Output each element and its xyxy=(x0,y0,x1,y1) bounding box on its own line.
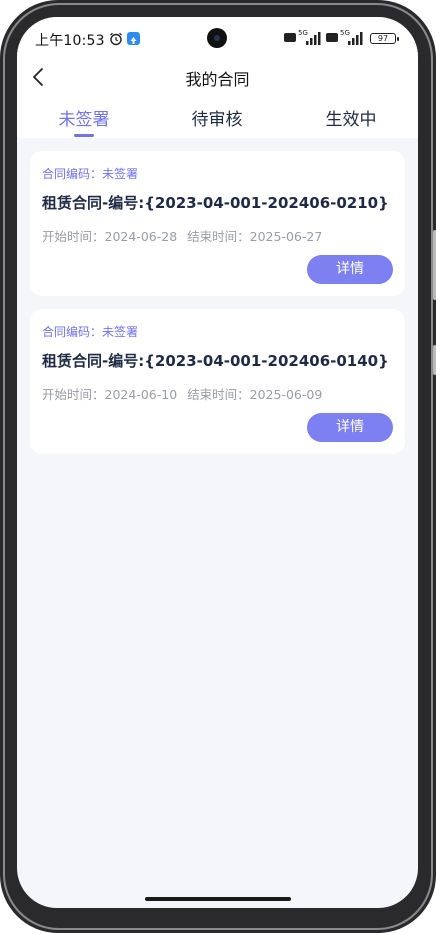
network-type-2: 5G xyxy=(340,29,350,37)
contract-code: 合同编码：未签署 xyxy=(42,325,139,339)
start-date: 开始时间：2024-06-28 xyxy=(42,229,178,244)
detail-button[interactable]: 详情 xyxy=(307,255,393,284)
contract-card[interactable]: 合同编码：未签署 租赁合同-编号:{2023-04-001-202406-021… xyxy=(30,151,405,296)
tab-unsigned[interactable]: 未签署 xyxy=(54,105,114,130)
contract-card[interactable]: 合同编码：未签署 租赁合同-编号:{2023-04-001-202406-014… xyxy=(30,309,405,454)
hd-icon-2 xyxy=(326,33,338,42)
end-date: 结束时间：2025-06-27 xyxy=(187,229,323,244)
page-title: 我的合同 xyxy=(185,70,250,89)
top-area: 上午10:53 5G 5G 97 我的合同 未签署 待审核 生效中 xyxy=(17,17,418,138)
end-date: 结束时间：2025-06-09 xyxy=(187,387,323,402)
active-tab-indicator xyxy=(74,134,94,137)
tab-bar: 未签署 待审核 生效中 xyxy=(17,101,418,138)
tab-pending-review[interactable]: 待审核 xyxy=(187,105,247,130)
status-right: 5G 5G 97 xyxy=(284,29,399,45)
status-time: 上午10:53 xyxy=(35,33,105,49)
phone-frame: 上午10:53 5G 5G 97 我的合同 未签署 待审核 生效中 合同编码：未… xyxy=(0,0,436,933)
network-type-1: 5G xyxy=(298,29,308,37)
start-date: 开始时间：2024-06-10 xyxy=(42,387,178,402)
battery-level: 97 xyxy=(377,34,389,43)
app-notification-icon xyxy=(127,32,140,45)
tab-in-effect[interactable]: 生效中 xyxy=(321,105,381,130)
alarm-icon xyxy=(110,32,122,46)
contract-title: 租赁合同-编号:{2023-04-001-202406-0140} xyxy=(42,352,389,370)
contract-title: 租赁合同-编号:{2023-04-001-202406-0210} xyxy=(42,194,389,212)
detail-button[interactable]: 详情 xyxy=(307,413,393,442)
nav-bar: 我的合同 xyxy=(17,61,418,99)
home-indicator[interactable] xyxy=(145,897,291,901)
hd-icon xyxy=(284,33,296,42)
contract-dates: 开始时间：2024-06-10 结束时间：2025-06-09 xyxy=(42,384,328,403)
battery-icon: 97 xyxy=(370,33,399,44)
contract-dates: 开始时间：2024-06-28 结束时间：2025-06-27 xyxy=(42,226,328,245)
status-bar: 上午10:53 5G 5G 97 xyxy=(17,17,418,61)
screen: 上午10:53 5G 5G 97 我的合同 未签署 待审核 生效中 合同编码：未… xyxy=(17,17,418,908)
contract-code: 合同编码：未签署 xyxy=(42,167,139,181)
front-camera xyxy=(207,28,227,48)
